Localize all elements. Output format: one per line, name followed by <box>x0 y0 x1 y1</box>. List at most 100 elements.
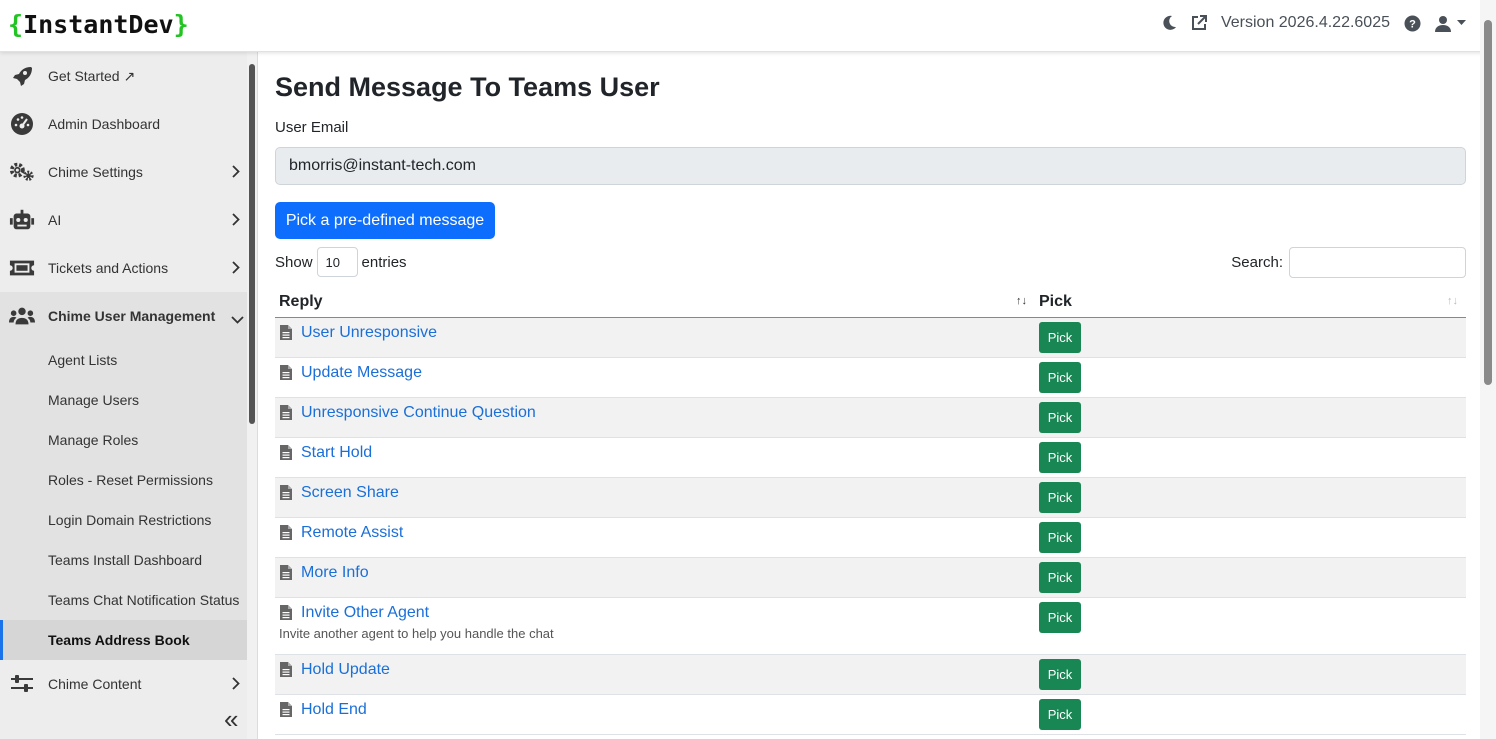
pick-button[interactable]: Pick <box>1039 698 1081 730</box>
logo-brace-open: { <box>8 10 24 39</box>
pick-predefined-message-button[interactable]: Pick a pre-defined message <box>275 202 495 239</box>
pick-cell: Pick <box>1035 357 1466 398</box>
pick-cell: Pick <box>1035 437 1466 478</box>
sidebar-item-chime-user-management[interactable]: Chime User Management <box>0 292 249 340</box>
sidebar-subitem-teams-chat-notification-status[interactable]: Teams Chat Notification Status <box>0 580 249 620</box>
header-actions: Version 2026.4.22.6025 ? <box>1163 14 1466 32</box>
table-search: Search: <box>1231 247 1466 278</box>
caret-down-icon[interactable] <box>1457 20 1466 26</box>
page-title: Send Message To Teams User <box>275 72 660 102</box>
reply-link[interactable]: Screen Share <box>301 484 399 502</box>
chevron-down-icon <box>231 311 244 327</box>
pick-cell: Pick <box>1035 397 1466 438</box>
user-icon[interactable] <box>1435 15 1466 32</box>
sidebar-item-get-started[interactable]: Get Started ↗ <box>0 52 249 100</box>
sidebar-item-tickets-and-actions[interactable]: Tickets and Actions <box>0 244 249 292</box>
reply-link[interactable]: Start Hold <box>301 444 372 462</box>
sidebar-item-label: Tickets and Actions <box>48 260 169 276</box>
sidebar-subitem-manage-roles[interactable]: Manage Roles <box>0 420 249 460</box>
table-row: Hold Update Pick <box>275 654 1466 695</box>
collapse-sidebar-button[interactable]: « <box>224 704 238 735</box>
reply-cell: Screen Share <box>275 477 1035 518</box>
reply-link[interactable]: Invite Other Agent <box>301 604 429 622</box>
sidebar-item-label: Get Started ↗ <box>48 67 136 84</box>
document-icon <box>280 565 292 580</box>
help-icon[interactable]: ? <box>1404 15 1421 32</box>
reply-cell: Hold End <box>275 694 1035 735</box>
svg-text:?: ? <box>1409 18 1416 30</box>
reply-cell: Update Message <box>275 357 1035 398</box>
document-icon <box>280 605 292 620</box>
sidebar-subitem-login-domain-restrictions[interactable]: Login Domain Restrictions <box>0 500 249 540</box>
chevron-right-icon <box>232 677 240 693</box>
replies-table: Reply ↑↓ Pick ↑↓ User Unresponsive Pick Upda… <box>275 287 1466 735</box>
sidebar-submenu-user-management: Agent Lists Manage Users Manage Roles Ro… <box>0 340 249 660</box>
sidebar-item-chime-settings[interactable]: Chime Settings <box>0 148 249 196</box>
logo-text: InstantDev <box>23 10 174 39</box>
reply-link[interactable]: Hold Update <box>301 661 390 679</box>
window-scroll-thumb[interactable] <box>1484 20 1492 385</box>
chevron-right-icon <box>232 261 240 277</box>
pick-button[interactable]: Pick <box>1039 321 1081 353</box>
top-header: {InstantDev} Version 2026.4.22.6025 ? <box>0 0 1496 52</box>
column-header-label: Reply <box>279 292 323 310</box>
entries-select[interactable]: 10 <box>316 247 358 277</box>
external-link-icon[interactable] <box>1191 15 1207 31</box>
pick-button[interactable]: Pick <box>1039 481 1081 513</box>
logo-brace-close: } <box>173 10 189 39</box>
show-entries-control: Show 10 entries <box>275 247 407 277</box>
sliders-icon <box>9 672 35 696</box>
search-label: Search: <box>1231 254 1283 271</box>
sidebar-scrollbar[interactable] <box>247 52 257 739</box>
sidebar-subitem-teams-install-dashboard[interactable]: Teams Install Dashboard <box>0 540 249 580</box>
show-label: Show <box>275 253 313 271</box>
column-header-pick[interactable]: Pick ↑↓ <box>1035 287 1466 318</box>
reply-link[interactable]: Remote Assist <box>301 524 403 542</box>
table-row: Invite Other Agent Invite another agent t… <box>275 597 1466 655</box>
table-row: Hold End Pick <box>275 694 1466 735</box>
pick-button[interactable]: Pick <box>1039 441 1081 473</box>
column-header-reply[interactable]: Reply ↑↓ <box>275 287 1035 318</box>
pick-cell: Pick <box>1035 597 1466 655</box>
column-header-label: Pick <box>1039 292 1072 310</box>
reply-description: Invite another agent to help you handle … <box>279 625 554 641</box>
sidebar-scroll-thumb[interactable] <box>249 64 255 424</box>
sidebar-item-label: Admin Dashboard <box>48 116 161 132</box>
document-icon <box>280 485 292 500</box>
moon-icon[interactable] <box>1163 15 1177 31</box>
ticket-icon <box>9 256 35 280</box>
entries-label: entries <box>361 253 407 271</box>
reply-cell: Start Hold <box>275 437 1035 478</box>
pick-button[interactable]: Pick <box>1039 601 1081 633</box>
rocket-icon <box>9 64 35 88</box>
pick-button[interactable]: Pick <box>1039 361 1081 393</box>
pick-button[interactable]: Pick <box>1039 658 1081 690</box>
document-icon <box>280 405 292 420</box>
chevron-right-icon <box>232 165 240 181</box>
pick-button[interactable]: Pick <box>1039 401 1081 433</box>
document-icon <box>280 445 292 460</box>
search-input[interactable] <box>1289 247 1466 278</box>
window-scrollbar[interactable] <box>1480 0 1496 739</box>
pick-button[interactable]: Pick <box>1039 521 1081 553</box>
sidebar: Get Started ↗ Admin Dashboard Chime Sett… <box>0 52 258 739</box>
sort-icon: ↑↓ <box>1447 295 1458 307</box>
sidebar-item-chime-content[interactable]: Chime Content <box>0 660 249 708</box>
sidebar-item-admin-dashboard[interactable]: Admin Dashboard <box>0 100 249 148</box>
sidebar-subitem-roles-reset-permissions[interactable]: Roles - Reset Permissions <box>0 460 249 500</box>
reply-link[interactable]: Hold End <box>301 701 367 719</box>
app-logo[interactable]: {InstantDev} <box>8 10 189 39</box>
reply-cell: Remote Assist <box>275 517 1035 558</box>
robot-icon <box>9 208 35 232</box>
sidebar-item-ai[interactable]: AI <box>0 196 249 244</box>
gauge-icon <box>9 112 35 136</box>
reply-link[interactable]: Unresponsive Continue Question <box>301 404 536 422</box>
pick-button[interactable]: Pick <box>1039 561 1081 593</box>
user-email-field[interactable]: bmorris@instant-tech.com <box>275 147 1466 185</box>
sidebar-subitem-teams-address-book[interactable]: Teams Address Book <box>0 620 249 660</box>
reply-link[interactable]: More Info <box>301 564 369 582</box>
sidebar-subitem-manage-users[interactable]: Manage Users <box>0 380 249 420</box>
reply-link[interactable]: Update Message <box>301 364 422 382</box>
sidebar-subitem-agent-lists[interactable]: Agent Lists <box>0 340 249 380</box>
reply-link[interactable]: User Unresponsive <box>301 324 437 342</box>
